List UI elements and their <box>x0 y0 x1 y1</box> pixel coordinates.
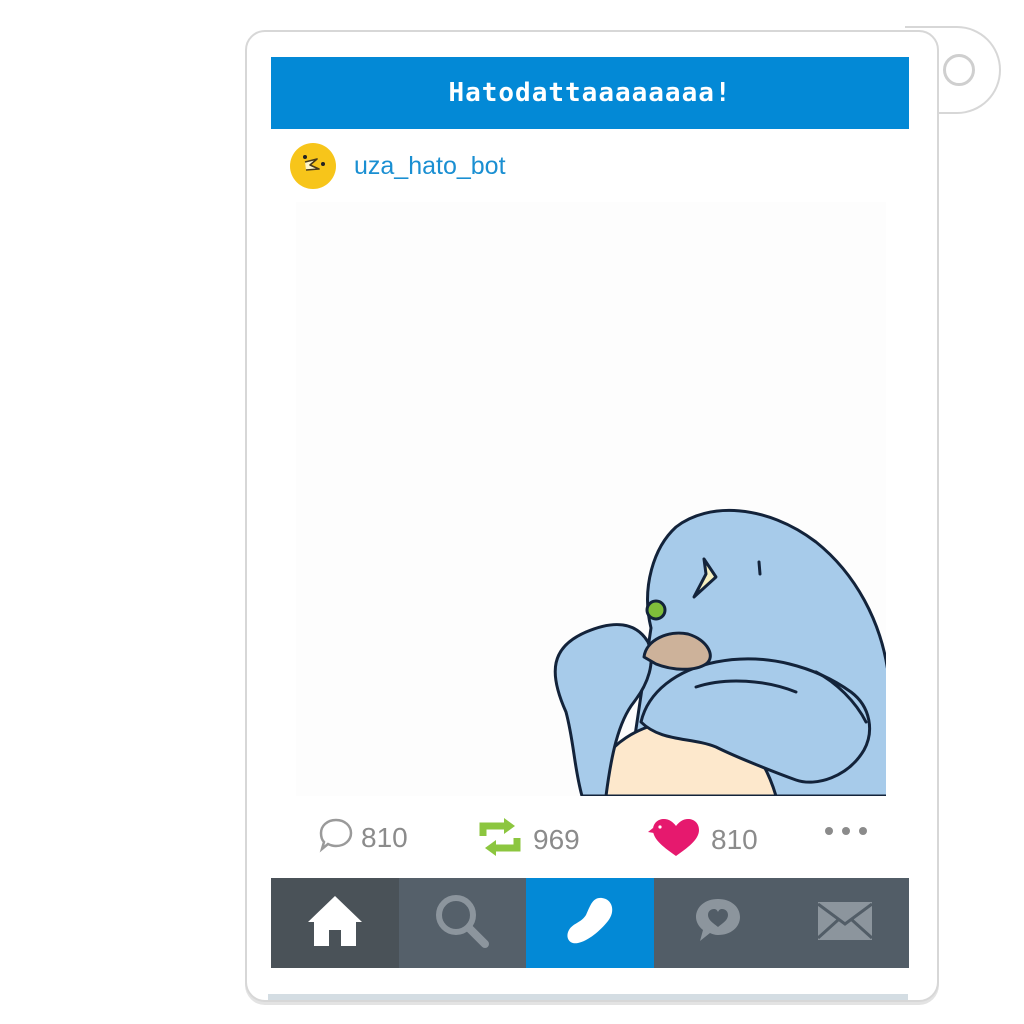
home-icon[interactable] <box>304 892 366 955</box>
nav-home[interactable] <box>271 878 399 968</box>
like-action[interactable]: 810 <box>647 816 758 863</box>
header-title: Hatodattaaaaaaaa! <box>448 78 732 108</box>
keychain-hole <box>943 54 975 86</box>
heart-bird-icon[interactable] <box>647 816 705 863</box>
repost-icon[interactable] <box>473 816 527 863</box>
like-count: 810 <box>711 823 758 855</box>
post-author[interactable]: uza_hato_bot <box>290 142 506 190</box>
nav-messages[interactable] <box>653 878 782 968</box>
nav-bean[interactable] <box>526 878 654 968</box>
reply-count: 810 <box>361 821 408 853</box>
nav-mail[interactable] <box>781 878 909 968</box>
username-link[interactable]: uza_hato_bot <box>354 152 506 181</box>
search-icon[interactable] <box>433 892 491 955</box>
post-image[interactable] <box>296 202 886 796</box>
blue-pigeon-illustration <box>553 509 886 796</box>
frame-bottom-strip <box>268 994 908 1000</box>
bottom-nav <box>271 878 909 968</box>
mail-icon[interactable] <box>816 898 874 949</box>
header-bar: Hatodattaaaaaaaa! <box>271 57 909 129</box>
pigeon-face-icon[interactable] <box>290 143 336 189</box>
repost-action[interactable]: 969 <box>473 816 580 863</box>
repost-count: 969 <box>533 823 580 855</box>
bean-icon[interactable] <box>562 893 618 954</box>
reply-bubble-icon[interactable] <box>317 816 355 859</box>
nav-search[interactable] <box>398 878 527 968</box>
reply-action[interactable]: 810 <box>317 816 408 859</box>
post-actions: 810 969 810 <box>271 808 909 864</box>
more-dots-icon[interactable] <box>823 824 869 838</box>
message-heart-icon[interactable] <box>692 895 744 952</box>
